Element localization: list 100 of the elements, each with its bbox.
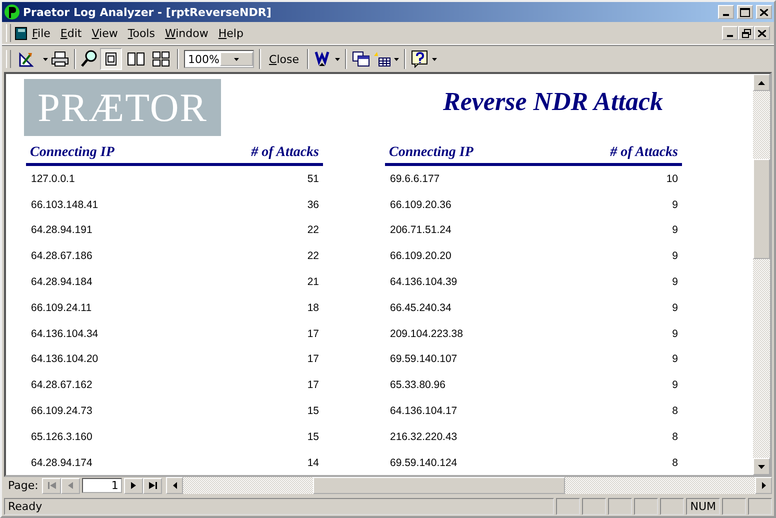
menu-item[interactable]: Help <box>213 24 248 42</box>
zoom-icon[interactable] <box>81 50 97 68</box>
close-preview-button[interactable]: Close <box>266 50 302 68</box>
table-cell: 69.59.140.107 <box>390 353 458 366</box>
table-cell: 9 <box>672 328 678 340</box>
table-cell: 9 <box>672 379 678 392</box>
table-cell: 209.104.223.38 <box>390 328 463 340</box>
menu-item[interactable]: Window <box>160 24 214 42</box>
restore-icon <box>742 28 750 38</box>
close-icon <box>758 30 766 36</box>
table-cell: 127.0.0.1 <box>31 172 75 185</box>
page-field[interactable]: 1 <box>82 478 122 493</box>
next-page-icon <box>131 482 136 489</box>
first-page-icon <box>48 482 56 489</box>
table-cell: 9 <box>672 224 678 236</box>
column-heading: # of Attacks <box>251 145 319 162</box>
menu-item[interactable]: Tools <box>122 24 160 42</box>
table-cell: 9 <box>672 353 678 366</box>
scroll-right-button[interactable] <box>755 477 772 494</box>
column-heading: # of Attacks <box>610 145 678 162</box>
next-page-button[interactable] <box>124 478 144 494</box>
previous-page-icon <box>68 482 74 489</box>
new-object-icon[interactable] <box>372 51 391 67</box>
restore-button[interactable] <box>738 26 754 40</box>
close-button[interactable] <box>754 26 770 40</box>
status-text: Ready <box>4 498 554 514</box>
help-icon[interactable] <box>410 50 429 68</box>
table-cell: 206.71.51.24 <box>390 224 452 236</box>
status-indicator: NUM <box>686 498 720 514</box>
table-cell: 21 <box>307 276 319 288</box>
caret-icon[interactable] <box>394 58 399 60</box>
caret-icon[interactable] <box>334 58 340 60</box>
maximize-button[interactable] <box>737 5 753 19</box>
windows-icon[interactable] <box>352 51 370 67</box>
status-panel <box>608 498 632 514</box>
scroll-thumb[interactable] <box>753 159 770 259</box>
table-cell: 9 <box>672 250 678 262</box>
one-page-icon[interactable] <box>100 48 122 70</box>
menu-item[interactable]: View <box>86 24 123 42</box>
app-icon <box>4 4 20 20</box>
last-page-button[interactable] <box>143 478 162 494</box>
scroll-thumb[interactable] <box>313 477 566 494</box>
right-arrow-icon <box>762 482 766 489</box>
minimize-button[interactable] <box>722 26 738 40</box>
maximize-icon <box>740 8 750 16</box>
table-cell: 64.28.94.184 <box>31 276 92 288</box>
table-cell: 22 <box>307 250 319 262</box>
logo: PRÆTOR <box>24 79 221 136</box>
table-cell: 69.6.6.177 <box>390 172 440 185</box>
column-heading: Connecting IP <box>30 145 114 162</box>
table-cell: 8 <box>672 405 678 418</box>
table-cell: 36 <box>307 198 319 211</box>
status-panel <box>722 498 746 514</box>
zoom-combo[interactable]: 100% <box>184 50 254 68</box>
menu-item[interactable]: Edit <box>55 24 87 42</box>
table-cell: 64.28.94.191 <box>31 224 92 236</box>
table-cell: 10 <box>666 172 678 185</box>
caret-icon[interactable] <box>432 58 437 60</box>
table-cell: 66.109.24.11 <box>31 302 92 314</box>
page-label: Page: <box>7 479 40 492</box>
menu-item[interactable]: File <box>27 24 56 42</box>
table-cell: 66.109.20.20 <box>390 250 452 262</box>
scroll-up-button[interactable] <box>753 74 770 91</box>
scroll-left-button[interactable] <box>166 477 184 494</box>
up-arrow-icon <box>758 80 765 84</box>
vertical-scrollbar[interactable] <box>753 74 770 475</box>
table-cell: 64.28.67.186 <box>31 250 92 262</box>
table-cell: 66.45.240.34 <box>390 302 452 314</box>
table-cell: 15 <box>307 405 319 418</box>
status-panel <box>556 498 580 514</box>
word-icon[interactable] <box>314 50 332 68</box>
table-cell: 64.136.104.20 <box>31 353 98 366</box>
print-icon[interactable] <box>51 51 69 67</box>
first-page-button[interactable] <box>42 478 62 494</box>
table-cell: 22 <box>307 224 319 236</box>
caret-icon[interactable] <box>43 58 48 60</box>
table-cell: 9 <box>672 276 678 288</box>
scroll-down-button[interactable] <box>753 458 770 475</box>
close-icon <box>760 8 768 16</box>
table-cell: 69.59.140.124 <box>390 456 458 469</box>
document-icon <box>15 26 27 40</box>
table-cell: 51 <box>307 172 319 185</box>
horizontal-scrollbar[interactable] <box>166 477 772 494</box>
previous-page-button[interactable] <box>61 478 80 494</box>
table-cell: 64.136.104.39 <box>390 276 458 288</box>
caret-icon <box>234 58 239 60</box>
table-cell: 17 <box>307 353 319 366</box>
status-panel <box>660 498 684 514</box>
down-arrow-icon <box>758 464 765 468</box>
table-cell: 8 <box>672 456 678 469</box>
table-cell: 15 <box>307 430 319 443</box>
table-cell: 14 <box>307 456 319 469</box>
status-panel <box>748 498 772 514</box>
table-cell: 66.109.20.36 <box>390 198 452 211</box>
table-cell: 66.109.24.73 <box>31 405 92 418</box>
last-page-icon <box>148 482 157 489</box>
table-cell: 64.136.104.34 <box>31 328 98 340</box>
close-button[interactable] <box>756 5 772 19</box>
table-cell: 18 <box>307 302 319 314</box>
minimize-button[interactable] <box>718 5 734 19</box>
